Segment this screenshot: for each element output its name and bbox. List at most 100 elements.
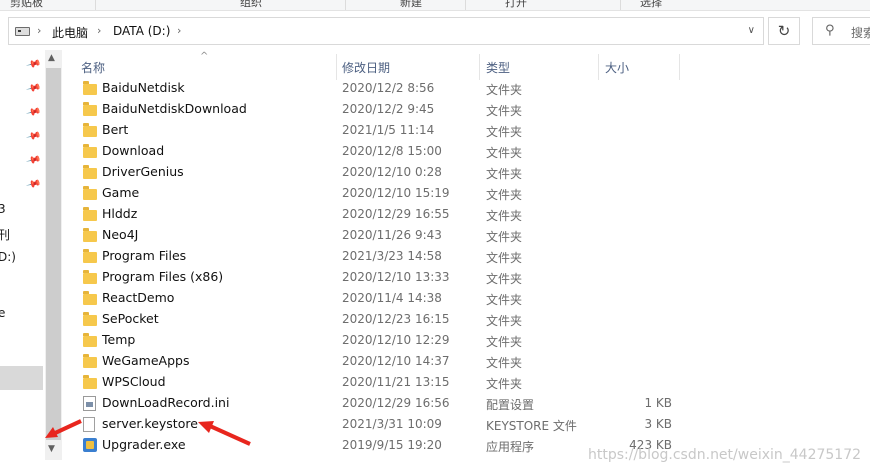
file-row[interactable]: Download 2020/12/8 15:00 文件夹 [75, 141, 685, 162]
chevron-right-icon[interactable]: › [177, 24, 181, 37]
file-row[interactable]: Neo4J 2020/11/26 9:43 文件夹 [75, 225, 685, 246]
annotation-arrow-left [45, 419, 82, 438]
file-date: 2020/12/23 16:15 [342, 312, 450, 326]
file-row[interactable]: DownLoadRecord.ini 2020/12/29 16:56 配置设置 1 … [75, 393, 685, 414]
file-type: 配置设置 [486, 398, 535, 412]
folder-icon-shape [83, 186, 97, 200]
pin-icon[interactable]: 📌 [25, 105, 41, 121]
file-name: Neo4J [102, 227, 139, 242]
file-row[interactable]: DriverGenius 2020/12/10 0:28 文件夹 [75, 162, 685, 183]
file-row[interactable]: Hlddz 2020/12/29 16:55 文件夹 [75, 204, 685, 225]
column-divider[interactable] [479, 54, 480, 80]
file-type: 文件夹 [486, 314, 523, 328]
annotation-arrow-right [198, 421, 251, 446]
pin-icon[interactable]: 📌 [25, 81, 41, 97]
sort-ascending-icon: ^ [200, 51, 209, 62]
file-date: 2020/12/29 16:55 [342, 207, 450, 221]
file-row[interactable]: Game 2020/12/10 15:19 文件夹 [75, 183, 685, 204]
file-type: 应用程序 [486, 440, 535, 454]
file-row[interactable]: Program Files 2021/3/23 14:58 文件夹 [75, 246, 685, 267]
folder-icon-shape [83, 375, 97, 389]
ribbon-item-new[interactable]: 新建 [400, 0, 422, 10]
file-row[interactable]: ReactDemo 2020/11/4 14:38 文件夹 [75, 288, 685, 309]
address-bar[interactable]: › 此电脑 › DATA (D:) › ∨ [8, 17, 764, 45]
file-row[interactable]: SePocket 2020/12/23 16:15 文件夹 [75, 309, 685, 330]
search-input[interactable]: 搜索 [851, 24, 870, 41]
search-box[interactable]: ⚲ 搜索 [812, 17, 870, 45]
breadcrumb-data-drive[interactable]: DATA (D:) [113, 24, 170, 38]
nav-item-label[interactable]: D:) [0, 250, 16, 264]
file-row[interactable]: WPSCloud 2020/11/21 13:15 文件夹 [75, 372, 685, 393]
file-type: 文件夹 [486, 272, 523, 286]
pin-icon[interactable]: 📌 [25, 129, 41, 145]
file-name: DownLoadRecord.ini [102, 395, 230, 410]
file-name: Program Files (x86) [102, 269, 224, 284]
ribbon-item-select[interactable]: 选择 [640, 0, 662, 10]
config-file-icon-shape [83, 396, 96, 411]
column-header-name[interactable]: 名称 [81, 59, 105, 76]
file-type: 文件夹 [486, 125, 523, 139]
refresh-icon: ↻ [777, 22, 791, 40]
column-divider[interactable] [598, 54, 599, 80]
file-date: 2021/3/23 14:58 [342, 249, 442, 263]
column-divider[interactable] [336, 54, 337, 80]
file-row[interactable]: Bert 2021/1/5 11:14 文件夹 [75, 120, 685, 141]
file-row[interactable]: Temp 2020/12/10 12:29 文件夹 [75, 330, 685, 351]
nav-item-label[interactable]: 3 [0, 202, 6, 216]
file-type: 文件夹 [486, 209, 523, 223]
nav-item-label[interactable]: 刊 [0, 226, 10, 243]
refresh-button[interactable]: ↻ [768, 17, 800, 45]
ribbon-separator [620, 0, 621, 10]
file-type: 文件夹 [486, 188, 523, 202]
breadcrumb-this-pc[interactable]: 此电脑 [52, 24, 88, 41]
chevron-down-icon[interactable]: ∨ [748, 25, 755, 36]
file-row[interactable]: BaiduNetdisk 2020/12/2 8:56 文件夹 [75, 78, 685, 99]
ribbon-item-clipboard[interactable]: 剪贴板 [10, 0, 43, 10]
scrollbar-thumb[interactable] [46, 68, 61, 440]
file-date: 2020/11/26 9:43 [342, 228, 442, 242]
file-row[interactable]: Program Files (x86) 2020/12/10 13:33 文件夹 [75, 267, 685, 288]
file-date: 2020/12/10 13:33 [342, 270, 450, 284]
file-type: 文件夹 [486, 230, 523, 244]
file-name: Temp [102, 332, 136, 347]
file-name: Upgrader.exe [102, 437, 186, 452]
file-date: 2020/12/10 0:28 [342, 165, 442, 179]
arrow-shaft [209, 424, 251, 446]
pin-icon[interactable]: 📌 [25, 153, 41, 169]
column-divider[interactable] [679, 54, 680, 80]
file-row[interactable]: WeGameApps 2020/12/10 14:37 文件夹 [75, 351, 685, 372]
chevron-right-icon[interactable]: › [37, 24, 41, 37]
nav-item-label[interactable]: e [0, 306, 5, 320]
folder-icon-shape [83, 123, 97, 137]
ribbon-item-open[interactable]: 打开 [505, 0, 527, 10]
navigation-pane: 📌 📌 📌 📌 📌 📌 3 刊 D:) e [0, 50, 45, 475]
file-type: 文件夹 [486, 251, 523, 265]
file-type: 文件夹 [486, 83, 523, 97]
chevron-right-icon[interactable]: › [97, 24, 101, 37]
file-row[interactable]: BaiduNetdiskDownload 2020/12/2 9:45 文件夹 [75, 99, 685, 120]
ribbon-item-organize[interactable]: 组织 [240, 0, 262, 10]
pin-icon[interactable]: 📌 [25, 177, 41, 193]
nav-item-selected[interactable] [0, 366, 43, 390]
nav-scrollbar[interactable]: ▲ ▼ [45, 50, 62, 460]
file-type: 文件夹 [486, 335, 523, 349]
file-size: 1 KB [644, 396, 672, 410]
file-type: 文件夹 [486, 356, 523, 370]
column-header-size[interactable]: 大小 [605, 59, 629, 76]
file-type: 文件夹 [486, 293, 523, 307]
file-name: Hlddz [102, 206, 138, 221]
ribbon-separator [345, 0, 346, 10]
search-icon: ⚲ [825, 23, 835, 38]
file-row[interactable]: server.keystore 2021/3/31 10:09 KEYSTORE 文… [75, 414, 685, 435]
folder-icon-shape [83, 207, 97, 221]
file-date: 2021/1/5 11:14 [342, 123, 435, 137]
folder-icon-shape [83, 270, 97, 284]
scroll-down-icon[interactable]: ▼ [48, 444, 55, 454]
folder-icon-shape [83, 312, 97, 326]
file-date: 2020/12/10 14:37 [342, 354, 450, 368]
file-type: 文件夹 [486, 146, 523, 160]
column-header-type[interactable]: 类型 [486, 59, 510, 76]
column-header-date[interactable]: 修改日期 [342, 59, 390, 76]
file-name: Program Files [102, 248, 187, 263]
file-name: Game [102, 185, 140, 200]
